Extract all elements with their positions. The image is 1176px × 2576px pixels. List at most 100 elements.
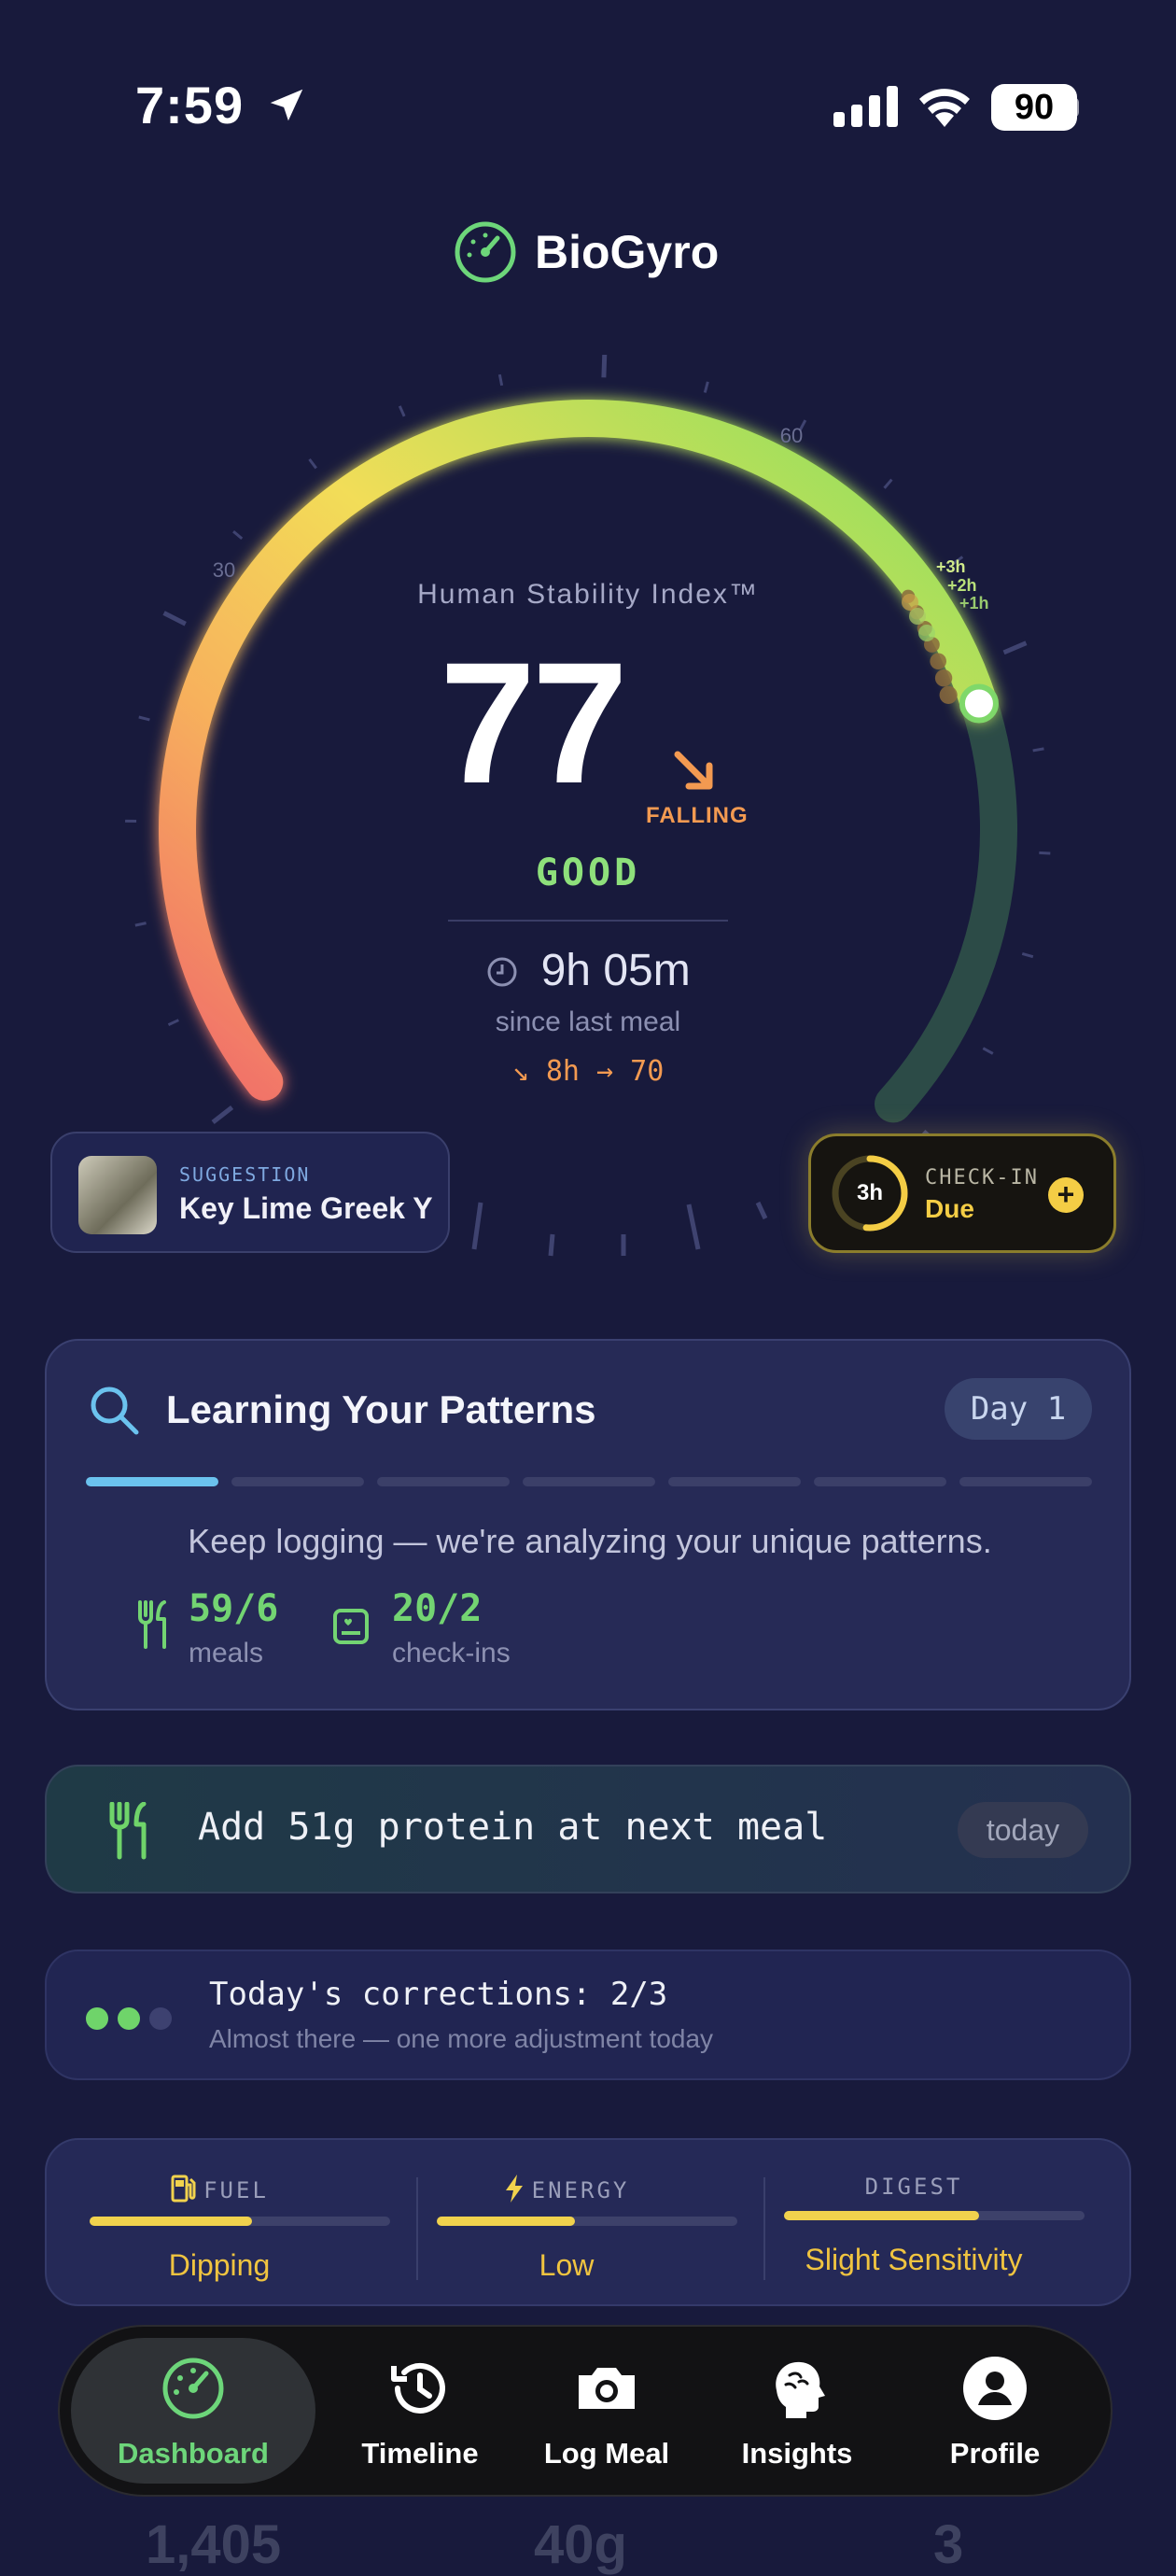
gauge-trail-dot: [940, 686, 958, 704]
signal-icon: [833, 86, 899, 127]
corrections-subtitle: Almost there — one more adjustment today: [209, 2024, 713, 2054]
metric-digest-value: Slight Sensitivity: [741, 2243, 1086, 2277]
progress-segment-7: [959, 1477, 1092, 1486]
metric-fuel-label: FUEL: [47, 2174, 392, 2203]
correction-dot-2: [118, 2007, 140, 2030]
gauge-tick: [399, 406, 404, 416]
tab-dashboard[interactable]: Dashboard: [88, 2327, 299, 2499]
gauge-bottom-tick: [551, 1234, 553, 1256]
gauge-tick: [309, 459, 315, 469]
behind-stat-count: 3: [933, 2513, 963, 2576]
tab-label: Insights: [713, 2437, 881, 2470]
gauge-title: Human Stability Index™: [0, 579, 1176, 611]
gauge-trail-dot: [930, 653, 946, 669]
tab-insights[interactable]: Insights: [713, 2327, 881, 2499]
metric-digest-label: DIGEST: [741, 2174, 1086, 2200]
metric-digest: DIGEST Slight Sensitivity: [741, 2140, 1086, 2308]
gauge-trail-dot: [935, 669, 952, 686]
metric-energy-fill: [437, 2217, 575, 2226]
gauge-logo-icon: [453, 219, 518, 285]
learning-title: Learning Your Patterns: [166, 1387, 596, 1432]
gauge-tick: [983, 1049, 992, 1054]
food-thumbnail: [78, 1156, 157, 1234]
metric-fuel: FUEL Dipping: [47, 2140, 392, 2308]
metrics-card: FUEL Dipping ENERGY Low DIGEST Slight Se…: [45, 2138, 1131, 2306]
gauge-bottom-tick: [689, 1204, 698, 1249]
stability-score: 77: [411, 635, 653, 812]
gauge-tick: [604, 355, 605, 377]
falling-arrow-icon: [670, 747, 719, 795]
gauge-tick: [1033, 749, 1044, 751]
location-arrow-icon: [265, 84, 308, 127]
tab-bar: Dashboard Timeline Log Meal Insights Pro…: [58, 2325, 1113, 2497]
gauge-tick: [139, 717, 150, 720]
metric-energy: ENERGY Low: [394, 2140, 739, 2308]
checkin-status: Due: [925, 1194, 974, 1224]
gauge-tick: [705, 382, 707, 393]
trend-label: FALLING: [646, 803, 749, 829]
corrections-title: Today's corrections: 2/3: [209, 1976, 667, 2013]
suggestion-pill[interactable]: SUGGESTION Key Lime Greek Y: [50, 1132, 450, 1253]
app-brand: BioGyro: [453, 219, 719, 285]
tab-label: Dashboard: [88, 2437, 299, 2470]
gauge-tick-label-60: 60: [780, 424, 803, 447]
tab-timeline[interactable]: Timeline: [336, 2327, 504, 2499]
status-time: 7:59: [135, 75, 308, 135]
checkins-label: check-ins: [392, 1638, 511, 1669]
brand-name: BioGyro: [535, 225, 719, 279]
suggestion-label: SUGGESTION: [179, 1163, 310, 1186]
gauge-icon: [160, 2355, 227, 2422]
progress-segment-4: [523, 1477, 655, 1486]
gauge-tick: [1004, 643, 1027, 653]
gauge-needle-dot: [962, 686, 996, 720]
checkin-button[interactable]: 3h CHECK-IN Due +: [808, 1133, 1116, 1253]
correction-dot-3: [149, 2007, 172, 2030]
metric-energy-value: Low: [394, 2248, 739, 2283]
tip-text: Add 51g protein at next meal: [198, 1806, 827, 1849]
metric-digest-fill: [784, 2211, 979, 2220]
since-meal-label: since last meal: [0, 1006, 1176, 1038]
day-badge: Day 1: [945, 1378, 1092, 1440]
plus-icon: +: [1048, 1177, 1084, 1213]
metric-fuel-fill: [90, 2217, 252, 2226]
since-meal-time: 9h 05m: [0, 945, 1176, 996]
tab-label: Log Meal: [523, 2437, 691, 2470]
tab-log-meal[interactable]: Log Meal: [523, 2327, 691, 2499]
correction-dot-1: [86, 2007, 108, 2030]
tab-profile[interactable]: Profile: [911, 2327, 1079, 2499]
behind-stat-protein: 40g: [534, 2513, 627, 2576]
metric-energy-label: ENERGY: [394, 2174, 739, 2203]
protein-tip-card[interactable]: Add 51g protein at next meal today: [45, 1765, 1131, 1893]
gauge-tick: [885, 480, 892, 488]
metric-fuel-bar: [90, 2217, 390, 2226]
corrections-card: Today's corrections: 2/3 Almost there — …: [45, 1950, 1131, 2080]
gauge-bottom-tick: [474, 1203, 481, 1249]
metric-digest-bar: [784, 2211, 1085, 2220]
forecast-dot: [918, 625, 935, 641]
progress-segment-3: [377, 1477, 510, 1486]
search-icon: [86, 1382, 142, 1438]
progress-segment-5: [668, 1477, 801, 1486]
metric-fuel-value: Dipping: [47, 2248, 392, 2283]
fork-knife-icon: [136, 1600, 170, 1649]
meals-count: 59/6: [189, 1587, 278, 1630]
suggestion-title: Key Lime Greek Y: [179, 1191, 433, 1226]
camera-icon: [573, 2355, 640, 2422]
gauge-tick: [233, 531, 242, 539]
wifi-icon: [917, 82, 973, 129]
clock-icon: [485, 955, 519, 989]
behind-stat-calories: 1,405: [146, 2513, 281, 2576]
rating-label: GOOD: [0, 852, 1176, 894]
checkin-clipboard-icon: [332, 1608, 370, 1645]
forecast-marker-3h: +3h: [936, 557, 966, 576]
forecast-text: ↘ 8h → 70: [0, 1055, 1176, 1088]
tab-label: Profile: [911, 2437, 1079, 2470]
gauge-tick: [213, 1107, 231, 1122]
learning-card[interactable]: Learning Your Patterns Day 1 Keep loggin…: [45, 1339, 1131, 1710]
progress-segment-6: [814, 1477, 946, 1486]
lightning-icon: [504, 2174, 525, 2203]
gauge-bottom-tick: [758, 1203, 765, 1218]
fuel-pump-icon: [170, 2174, 196, 2203]
progress-segment-1: [86, 1477, 218, 1486]
tip-badge: today: [958, 1802, 1088, 1858]
